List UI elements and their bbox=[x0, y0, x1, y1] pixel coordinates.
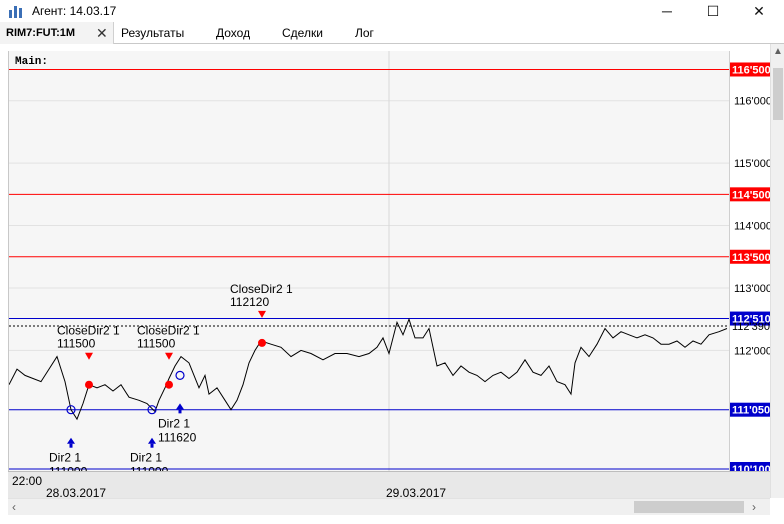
tab-deals[interactable]: Сделки bbox=[282, 22, 323, 44]
tab-income[interactable]: Доход bbox=[216, 22, 250, 44]
scroll-left-icon[interactable]: ‹ bbox=[12, 500, 16, 514]
vertical-scrollbar[interactable]: ▲ bbox=[770, 44, 784, 498]
price-axis[interactable]: 116'000 115'000 114'000 113'000 112'000 116'5… bbox=[729, 51, 776, 476]
horizontal-scroll-thumb[interactable] bbox=[634, 501, 744, 513]
signal-label: Dir2 1 bbox=[49, 451, 81, 465]
buy-arrow-icon bbox=[176, 403, 184, 410]
level-tag-label: 113'500 bbox=[732, 252, 771, 264]
y-tick-label: 115'000 bbox=[734, 158, 772, 170]
exit-marker bbox=[258, 338, 266, 347]
price-chart[interactable]: Dir2 1111000CloseDir2 1111500Dir2 111100… bbox=[8, 51, 730, 479]
close-window-button[interactable]: ✕ bbox=[736, 0, 782, 22]
tab-log[interactable]: Лог bbox=[355, 22, 374, 44]
current-price-label: 112'390 bbox=[732, 321, 770, 333]
y-tick-label: 113'000 bbox=[734, 283, 772, 295]
signal-price: 111500 bbox=[137, 337, 176, 351]
buy-arrow-stem bbox=[150, 443, 154, 448]
title-bar: Агент: 14.03.17 ─ ☐ ✕ bbox=[0, 0, 784, 22]
buy-arrow-stem bbox=[69, 443, 73, 448]
scroll-right-icon[interactable]: › bbox=[752, 500, 756, 514]
level-tag-label: 111'050 bbox=[732, 405, 770, 417]
y-tick-label: 114'000 bbox=[734, 221, 772, 233]
close-icon[interactable]: ✕ bbox=[96, 22, 108, 44]
scroll-up-icon[interactable]: ▲ bbox=[773, 46, 783, 57]
exit-marker bbox=[165, 380, 173, 389]
pane-label: Main: bbox=[15, 56, 49, 68]
buy-arrow-stem bbox=[178, 409, 182, 414]
vertical-scroll-thumb[interactable] bbox=[773, 68, 783, 120]
signal-price: 111620 bbox=[158, 430, 197, 444]
signal-price: 111500 bbox=[57, 337, 96, 351]
signal-label: Dir2 1 bbox=[130, 451, 162, 465]
tab-rim7-fut-1m[interactable]: RIM7:FUT:1M ✕ bbox=[0, 22, 114, 44]
sell-arrow-icon bbox=[165, 352, 173, 360]
minimize-button[interactable]: ─ bbox=[644, 0, 690, 22]
level-tag-label: 114'500 bbox=[732, 189, 771, 201]
sell-arrow-icon bbox=[85, 352, 93, 360]
tab-label: RIM7:FUT:1M bbox=[6, 27, 76, 39]
buy-arrow-icon bbox=[148, 437, 156, 444]
sell-arrow-icon bbox=[258, 310, 266, 318]
signal-label: CloseDir2 1 bbox=[230, 282, 293, 296]
y-tick-label: 112'000 bbox=[734, 345, 772, 357]
exit-marker bbox=[85, 380, 93, 389]
signal-label: Dir2 1 bbox=[158, 416, 190, 430]
level-tag-label: 116'500 bbox=[732, 64, 771, 76]
tab-bar: RIM7:FUT:1M ✕ Результаты Доход Сделки Ло… bbox=[0, 22, 784, 44]
tab-results[interactable]: Результаты bbox=[121, 22, 184, 44]
bar-chart-icon bbox=[9, 6, 22, 18]
level-tag-label: 110'100 bbox=[732, 464, 771, 471]
entry-marker bbox=[175, 370, 185, 380]
signal-label: CloseDir2 1 bbox=[137, 324, 200, 338]
horizontal-scrollbar[interactable]: ‹ › bbox=[8, 498, 770, 515]
chart-plot-area[interactable]: Dir2 1111000CloseDir2 1111500Dir2 111100… bbox=[8, 51, 730, 479]
y-tick-label: 116'000 bbox=[734, 96, 772, 108]
signal-price: 112120 bbox=[230, 295, 269, 309]
signal-label: CloseDir2 1 bbox=[57, 324, 120, 338]
buy-arrow-icon bbox=[67, 437, 75, 444]
time-label: 22:00 bbox=[12, 474, 43, 488]
window-title: Агент: 14.03.17 bbox=[32, 4, 117, 18]
maximize-button[interactable]: ☐ bbox=[690, 0, 736, 22]
time-axis: 22:00 28.03.2017 29.03.2017 bbox=[8, 471, 770, 500]
